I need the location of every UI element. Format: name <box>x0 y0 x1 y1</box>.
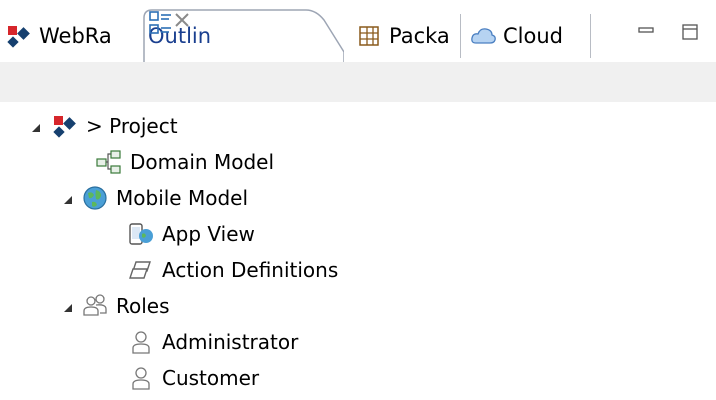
tree-item-customer[interactable]: Customer <box>128 360 259 396</box>
view-tab-bar: WebRa Outlin Packa Cloud <box>0 0 716 68</box>
tree-item-label: Roles <box>116 294 170 318</box>
tab-webratio[interactable]: WebRa <box>6 10 112 62</box>
tab-label: Packa <box>389 24 450 48</box>
tree-item-label: App View <box>162 222 255 246</box>
tab-separator <box>460 14 461 58</box>
view-toolbar <box>0 62 716 102</box>
expanded-twisty-icon[interactable] <box>62 302 74 314</box>
cloud-icon <box>471 28 496 44</box>
tree-item-domain-model[interactable]: Domain Model <box>96 144 274 180</box>
expanded-twisty-icon[interactable] <box>62 194 74 206</box>
package-icon <box>359 26 379 46</box>
tree-item-administrator[interactable]: Administrator <box>128 324 298 360</box>
tab-outline[interactable]: Outlin <box>138 6 344 68</box>
tree-item-label: Domain Model <box>130 150 275 174</box>
tab-label: WebRa <box>39 24 112 48</box>
globe-icon <box>83 186 107 210</box>
tree-item-label: Action Definitions <box>162 258 339 282</box>
webratio-logo-icon <box>53 116 76 138</box>
tree-item-label: > Project <box>86 114 178 138</box>
tree-item-label: Mobile Model <box>116 186 249 210</box>
tree-item-label: Administrator <box>162 330 299 354</box>
tree-item-label: Customer <box>162 366 260 390</box>
mobile-app-view-icon <box>129 223 153 245</box>
outline-icon <box>149 11 171 34</box>
tree-item-app-view[interactable]: App View <box>128 216 255 252</box>
tree-item-roles[interactable]: Roles <box>82 288 170 324</box>
minimize-icon[interactable] <box>636 22 656 42</box>
tree-item-mobile-model[interactable]: Mobile Model <box>82 180 248 216</box>
tree-item-project[interactable]: > Project <box>52 108 178 144</box>
users-icon <box>83 294 107 316</box>
webratio-logo-icon <box>7 26 30 48</box>
domain-model-icon <box>96 150 121 174</box>
user-icon <box>132 367 150 390</box>
tab-separator <box>590 14 591 58</box>
tab-label: Cloud <box>503 24 563 48</box>
tab-cloud[interactable]: Cloud <box>470 10 563 62</box>
maximize-icon[interactable] <box>680 22 700 42</box>
expanded-twisty-icon[interactable] <box>30 122 42 134</box>
tab-package[interactable]: Packa <box>356 10 450 62</box>
user-icon <box>132 331 150 354</box>
tree-item-action-definitions[interactable]: Action Definitions <box>128 252 338 288</box>
action-definitions-icon <box>129 261 151 279</box>
close-icon[interactable] <box>172 10 192 30</box>
